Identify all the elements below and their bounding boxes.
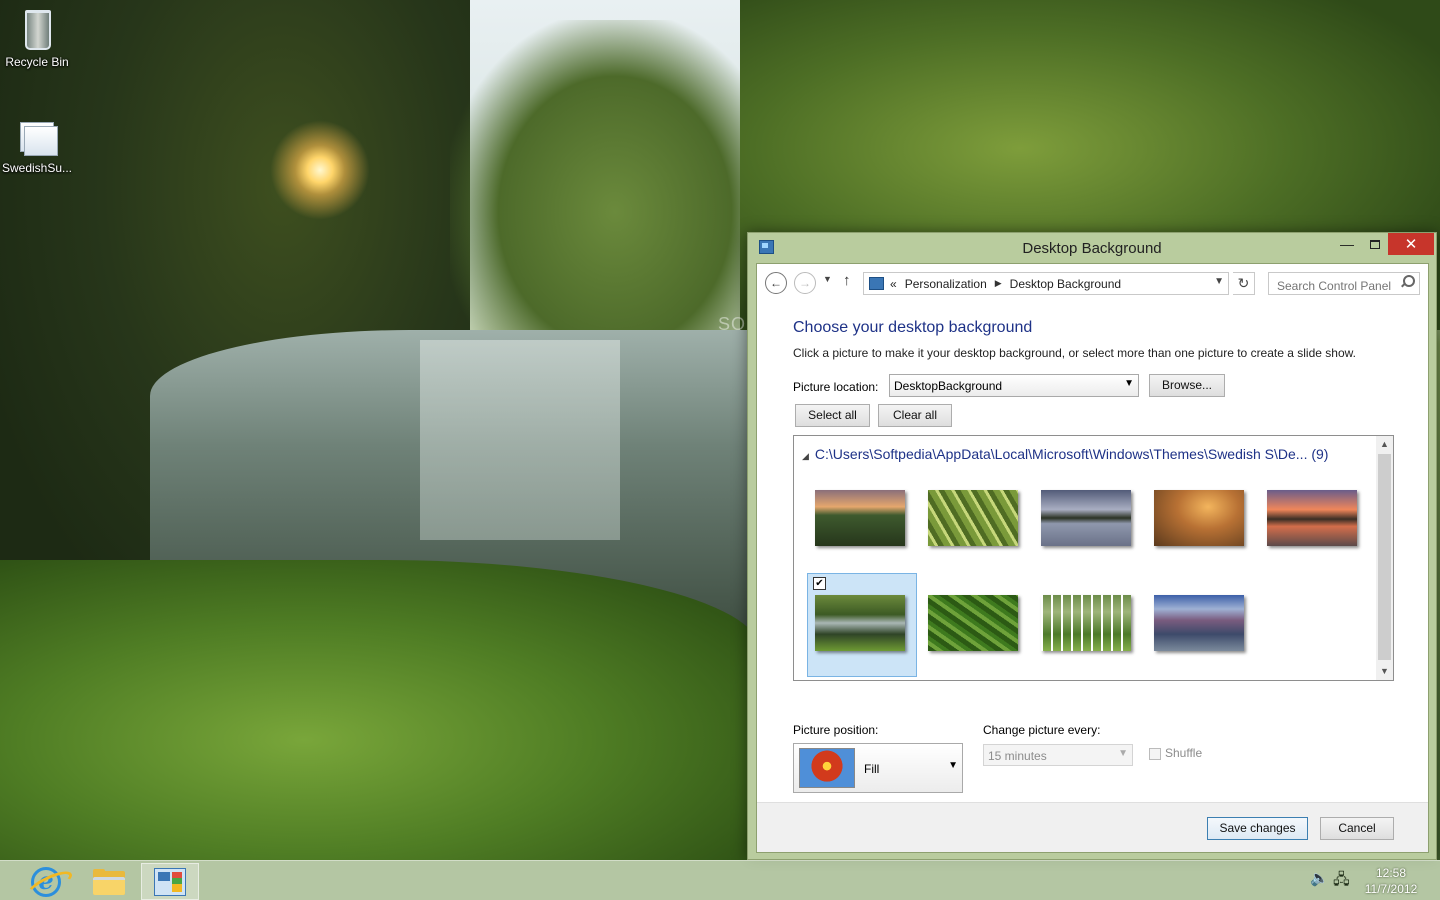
desktop-icon-label: Recycle Bin [5,55,69,69]
thumbnail-birch-grove[interactable] [1041,595,1131,651]
picture-position-select[interactable]: Fill ▼ [793,743,963,793]
scroll-up-icon[interactable]: ▲ [1376,436,1393,453]
close-icon: ✕ [1404,236,1418,253]
save-changes-button[interactable]: Save changes [1207,817,1308,840]
arrow-right-icon: → [799,276,811,290]
change-picture-value: 15 minutes [988,749,1047,763]
recycle-bin-icon [20,6,54,52]
thumbnail-mountain-valley[interactable] [1154,595,1244,651]
flower-preview-icon [799,748,855,788]
taskbar-control-panel[interactable] [141,863,199,900]
desktop-icon-recycle-bin[interactable]: Recycle Bin [1,6,73,69]
picture-location-label: Picture location: [793,380,879,394]
change-picture-interval-select[interactable]: 15 minutes ▼ [983,744,1133,766]
control-panel-icon [154,867,186,896]
folder-icon [93,868,125,895]
volume-icon[interactable]: 🔈 [1310,869,1329,887]
recent-locations-button[interactable]: ▼ [823,274,832,284]
address-dropdown-chevron-icon[interactable]: ▼ [1214,276,1224,287]
wallpaper-trees-middle [450,20,780,340]
picture-group-header[interactable]: ◢ C:\Users\Softpedia\AppData\Local\Micros… [802,446,1328,462]
chevron-down-icon: ▼ [1124,378,1134,389]
refresh-button[interactable]: ↻ [1233,272,1255,295]
picture-location-value: DesktopBackground [894,379,1003,393]
breadcrumb-desktop-background[interactable]: Desktop Background [1010,277,1121,291]
select-all-button[interactable]: Select all [795,404,870,427]
maximize-button[interactable] [1362,233,1388,255]
change-picture-label: Change picture every: [983,723,1101,737]
arrow-left-icon: ← [770,276,782,290]
cancel-button[interactable]: Cancel [1320,817,1394,840]
page-title: Choose your desktop background [793,319,1033,336]
window-content: ← → ▼ ↑ « Personalization ▶ Desktop Back… [756,263,1429,853]
thumbnail-lake-island-dusk[interactable] [1041,490,1131,546]
check-icon: ✔ [815,578,824,589]
chevron-down-icon: ▼ [823,274,832,284]
address-bar[interactable]: « Personalization ▶ Desktop Background ▼ [863,272,1229,295]
picture-position-label: Picture position: [793,723,879,737]
search-icon[interactable] [1400,275,1415,288]
clock-date: 11/7/2012 [1364,882,1418,896]
picture-group-path: C:\Users\Softpedia\AppData\Local\Microso… [814,446,1308,462]
maximize-icon [1370,239,1380,249]
arrow-up-icon: ↑ [843,272,851,289]
close-button[interactable]: ✕ [1388,233,1434,255]
system-clock[interactable]: 12:58 11/7/2012 [1356,865,1426,897]
wallpaper-sun [270,120,370,220]
network-icon[interactable]: 🖧 [1333,869,1350,894]
taskbar-file-explorer[interactable] [80,863,138,900]
window-title: Desktop Background [1022,240,1162,257]
scroll-down-icon[interactable]: ▼ [1376,663,1393,680]
thumbnail-checkbox[interactable]: ✔ [813,577,826,590]
clear-all-button[interactable]: Clear all [878,404,952,427]
refresh-icon: ↻ [1237,275,1250,291]
wallpaper-plants [0,560,760,860]
minimize-button[interactable]: — [1334,233,1360,255]
thumbnail-pond-orange-sky[interactable] [1267,490,1357,546]
picture-list: ◢ C:\Users\Softpedia\AppData\Local\Micros… [793,435,1394,681]
taskbar-internet-explorer[interactable]: e [17,863,75,900]
taskbar: e [0,860,1440,900]
picture-position-value: Fill [864,762,880,776]
desktop-icon-label: SwedishSu... [1,161,73,175]
control-panel-icon [869,277,884,290]
shuffle-label: Shuffle [1165,746,1203,760]
page-description: Click a picture to make it your desktop … [793,346,1356,360]
picture-group-count: (9) [1311,446,1329,462]
thumbnail-river-reflection[interactable] [815,595,905,651]
collapse-triangle-icon: ◢ [802,451,809,461]
title-bar[interactable]: Desktop Background — ✕ [748,233,1436,263]
chevron-down-icon: ▼ [1118,748,1128,759]
desktop-icon-theme-file[interactable]: SwedishSu... [1,122,73,175]
chevron-down-icon: ▼ [948,760,958,771]
thumbnail-grass-closeup[interactable] [928,490,1018,546]
thumbnail-swedish-sunset-forest[interactable] [815,490,905,546]
theme-file-icon [14,122,60,158]
browse-button[interactable]: Browse... [1149,374,1225,397]
thumbnail-heather-sunset[interactable] [1154,490,1244,546]
dialog-footer: Save changes Cancel [757,802,1428,852]
clock-time: 12:58 [1375,866,1407,880]
internet-explorer-icon: e [31,866,61,897]
picture-list-scrollbar[interactable]: ▲ ▼ [1376,436,1393,680]
forward-button[interactable]: → [794,272,816,294]
back-button[interactable]: ← [765,272,787,294]
breadcrumb-personalization[interactable]: Personalization [905,277,987,291]
picture-location-select[interactable]: DesktopBackground ▼ [889,374,1139,397]
scrollbar-thumb[interactable] [1378,454,1391,660]
up-button[interactable]: ↑ [843,272,851,289]
chevron-right-icon[interactable]: ▶ [995,278,1002,289]
wallpaper-reflection [420,340,620,540]
thumbnail-fern-leaves[interactable] [928,595,1018,651]
search-input[interactable] [1268,272,1420,295]
shuffle-checkbox[interactable] [1149,748,1161,760]
breadcrumb-overflow[interactable]: « [890,277,897,291]
desktop-background-window: Desktop Background — ✕ ← → ▼ ↑ « Persona… [747,232,1437,860]
minimize-icon: — [1340,236,1354,252]
